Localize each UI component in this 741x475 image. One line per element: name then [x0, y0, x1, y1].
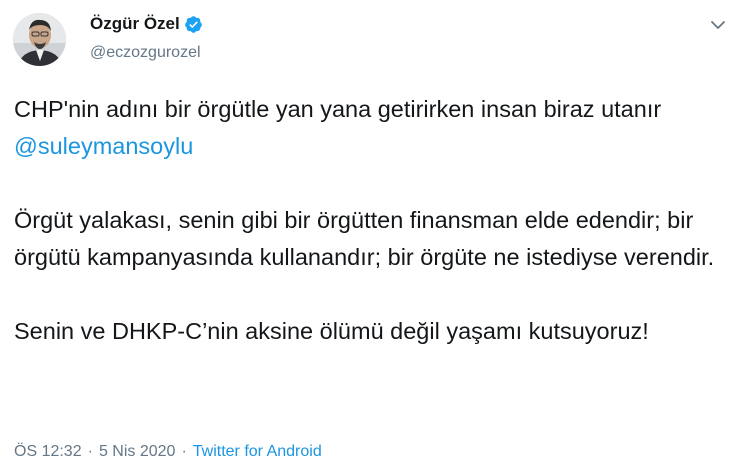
tweet-paragraph-1: CHP'nin adını bir örgütle yan yana getir…	[14, 91, 729, 165]
chevron-down-icon[interactable]	[709, 16, 727, 34]
verified-badge-icon	[184, 15, 203, 34]
avatar[interactable]	[13, 13, 66, 66]
tweet-meta: ÖS 12:32 · 5 Nis 2020 · Twitter for Android	[14, 441, 322, 463]
tweet-paragraph-1-text: CHP'nin adını bir örgütle yan yana getir…	[14, 96, 662, 122]
user-handle[interactable]: @eczozgurozel	[90, 42, 203, 64]
tweet-paragraph-2: Örgüt yalakası, senin gibi bir örgütten …	[14, 207, 715, 270]
display-name[interactable]: Özgür Özel	[90, 13, 180, 35]
meta-separator: ·	[181, 443, 187, 460]
tweet-text: CHP'nin adını bir örgütle yan yana getir…	[14, 91, 729, 387]
mention-link[interactable]: @suleymansoylu	[14, 133, 193, 159]
name-row: Özgür Özel	[90, 13, 203, 35]
tweet-date[interactable]: 5 Nis 2020	[99, 443, 176, 460]
profile-photo	[13, 13, 66, 66]
tweet-card: Özgür Özel @eczozgurozel CHP'nin adını b…	[0, 0, 741, 475]
meta-separator: ·	[87, 443, 93, 460]
author-block: Özgür Özel @eczozgurozel	[90, 13, 203, 64]
tweet-source-link[interactable]: Twitter for Android	[193, 443, 322, 460]
tweet-paragraph-3: Senin ve DHKP-C’nin aksine ölümü değil y…	[14, 318, 649, 344]
tweet-time[interactable]: ÖS 12:32	[14, 443, 82, 460]
